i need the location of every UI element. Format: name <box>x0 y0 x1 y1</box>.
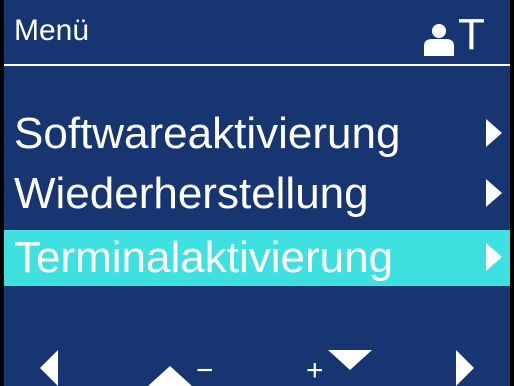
user-icon <box>424 24 454 56</box>
menu-item-label: Terminalaktivierung <box>14 233 394 282</box>
plus-symbol: + <box>306 354 324 386</box>
softkey-plus-down[interactable]: + <box>304 346 384 386</box>
triangle-down-icon <box>328 350 372 370</box>
menu-item-terminalaktivierung[interactable]: Terminalaktivierung <box>4 230 510 286</box>
menu-item-label: Wiederherstellung <box>14 169 369 218</box>
menu-item-wiederherstellung[interactable]: Wiederherstellung <box>4 166 510 222</box>
header-divider <box>4 64 510 66</box>
triangle-left-icon <box>40 350 58 386</box>
softkey-bar: − + <box>4 346 510 386</box>
menu-item-softwareaktivierung[interactable]: Softwareaktivierung <box>4 106 510 162</box>
chevron-right-icon <box>482 177 504 209</box>
softkey-right[interactable] <box>452 346 492 386</box>
chevron-right-icon <box>482 117 504 149</box>
header-bar: Menü T <box>4 0 510 64</box>
triangle-up-icon <box>148 366 192 386</box>
terminal-screen: Menü T Softwareaktivierung Wiederherstel… <box>4 0 510 386</box>
softkey-up-minus[interactable]: − <box>144 346 224 386</box>
minus-symbol: − <box>196 354 214 386</box>
triangle-right-icon <box>456 350 474 386</box>
chevron-right-icon <box>482 241 504 273</box>
menu-item-label: Softwareaktivierung <box>14 109 401 158</box>
softkey-left[interactable] <box>34 346 74 386</box>
mode-indicator: T <box>458 10 485 59</box>
page-title: Menü <box>14 14 90 47</box>
